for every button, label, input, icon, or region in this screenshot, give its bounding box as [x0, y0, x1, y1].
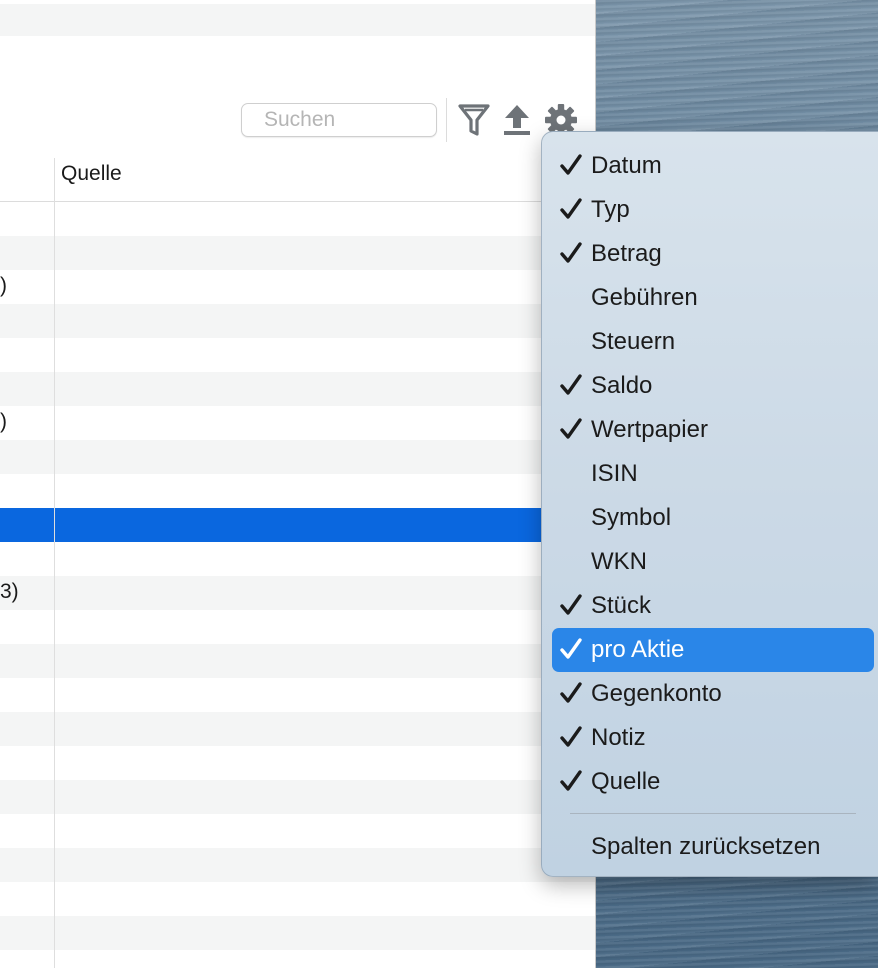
checkmark-icon	[560, 770, 582, 791]
table-row[interactable]	[0, 474, 595, 508]
table-row-selected[interactable]	[0, 508, 595, 542]
menu-item-notiz[interactable]: Notiz	[552, 716, 874, 760]
table-row[interactable]	[0, 848, 595, 882]
menu-item-label: Symbol	[591, 504, 672, 531]
menu-item-isin[interactable]: ISIN	[552, 452, 874, 496]
checkmark-icon	[560, 682, 582, 703]
menu-item-steuern[interactable]: Steuern	[552, 320, 874, 364]
menu-item-quelle[interactable]: Quelle	[552, 760, 874, 804]
table-row[interactable]	[0, 542, 595, 576]
menu-item-label: Steuern	[591, 328, 676, 355]
search-input[interactable]	[241, 103, 437, 137]
checkmark-icon	[560, 594, 582, 615]
checkmark-icon	[560, 198, 582, 219]
export-upload-icon[interactable]	[500, 102, 534, 138]
table-row[interactable]	[0, 338, 595, 372]
table-row[interactable]	[0, 814, 595, 848]
table-row[interactable]	[0, 202, 595, 236]
row-cell-text: )	[0, 410, 7, 433]
table-row[interactable]	[0, 644, 595, 678]
table-row[interactable]	[0, 372, 595, 406]
table-row[interactable]	[0, 780, 595, 814]
menu-item-wertpapier[interactable]: Wertpapier	[552, 408, 874, 452]
checkmark-icon	[560, 418, 582, 439]
toolbar-separator	[446, 98, 447, 142]
menu-item-datum[interactable]: Datum	[552, 144, 874, 188]
menu-item-wkn[interactable]: WKN	[552, 540, 874, 584]
checkmark-icon	[560, 154, 582, 175]
row-cell-text: )	[0, 274, 7, 297]
table-row[interactable]	[0, 882, 595, 916]
table-row[interactable]	[0, 678, 595, 712]
table-row[interactable]: )	[0, 270, 595, 304]
menu-item-betrag[interactable]: Betrag	[552, 232, 874, 276]
table-row[interactable]	[0, 712, 595, 746]
menu-item-label: Betrag	[591, 240, 662, 267]
menu-item-label: Datum	[591, 152, 662, 179]
menu-item-typ[interactable]: Typ	[552, 188, 874, 232]
column-visibility-menu: Datum Typ Betrag Gebühren Steuern Saldo Wertpa…	[541, 131, 878, 877]
table-row[interactable]	[0, 236, 595, 270]
menu-item-symbol[interactable]: Symbol	[552, 496, 874, 540]
table-row[interactable]	[0, 304, 595, 338]
table-row[interactable]	[0, 440, 595, 474]
menu-item-label: Stück	[591, 592, 652, 619]
menu-item-label: Notiz	[591, 724, 646, 751]
top-strip	[0, 0, 595, 36]
menu-item-label: Wertpapier	[591, 416, 708, 443]
reset-columns-label: Spalten zurücksetzen	[591, 833, 821, 860]
table-row[interactable]	[0, 746, 595, 780]
menu-item-gegenkonto[interactable]: Gegenkonto	[552, 672, 874, 716]
reset-columns-menu-item[interactable]: Spalten zurücksetzen	[552, 825, 874, 869]
menu-item-label: Typ	[591, 196, 630, 223]
table-row[interactable]: 3)	[0, 576, 595, 610]
app-window: Quelle )) 3)	[0, 0, 596, 968]
menu-item-label: Gebühren	[591, 284, 698, 311]
menu-item-gebühren[interactable]: Gebühren	[552, 276, 874, 320]
table-row[interactable]: )	[0, 406, 595, 440]
menu-item-label: ISIN	[591, 460, 638, 487]
table-row[interactable]	[0, 950, 595, 968]
menu-item-label: Quelle	[591, 768, 661, 795]
checkmark-icon	[560, 242, 582, 263]
table-row[interactable]	[0, 610, 595, 644]
column-divider	[54, 158, 55, 968]
menu-item-label: pro Aktie	[591, 636, 685, 663]
checkmark-icon	[560, 638, 582, 659]
row-cell-text: 3)	[0, 580, 19, 603]
menu-item-saldo[interactable]: Saldo	[552, 364, 874, 408]
table-row[interactable]	[0, 916, 595, 950]
column-header-quelle[interactable]: Quelle	[61, 162, 122, 186]
filter-funnel-icon[interactable]	[457, 102, 491, 138]
menu-item-label: Saldo	[591, 372, 653, 399]
menu-item-stück[interactable]: Stück	[552, 584, 874, 628]
menu-item-pro-aktie[interactable]: pro Aktie	[552, 628, 874, 672]
checkmark-icon	[560, 726, 582, 747]
menu-item-label: WKN	[591, 548, 647, 575]
checkmark-icon	[560, 374, 582, 395]
menu-separator	[570, 813, 856, 814]
menu-item-label: Gegenkonto	[591, 680, 722, 707]
